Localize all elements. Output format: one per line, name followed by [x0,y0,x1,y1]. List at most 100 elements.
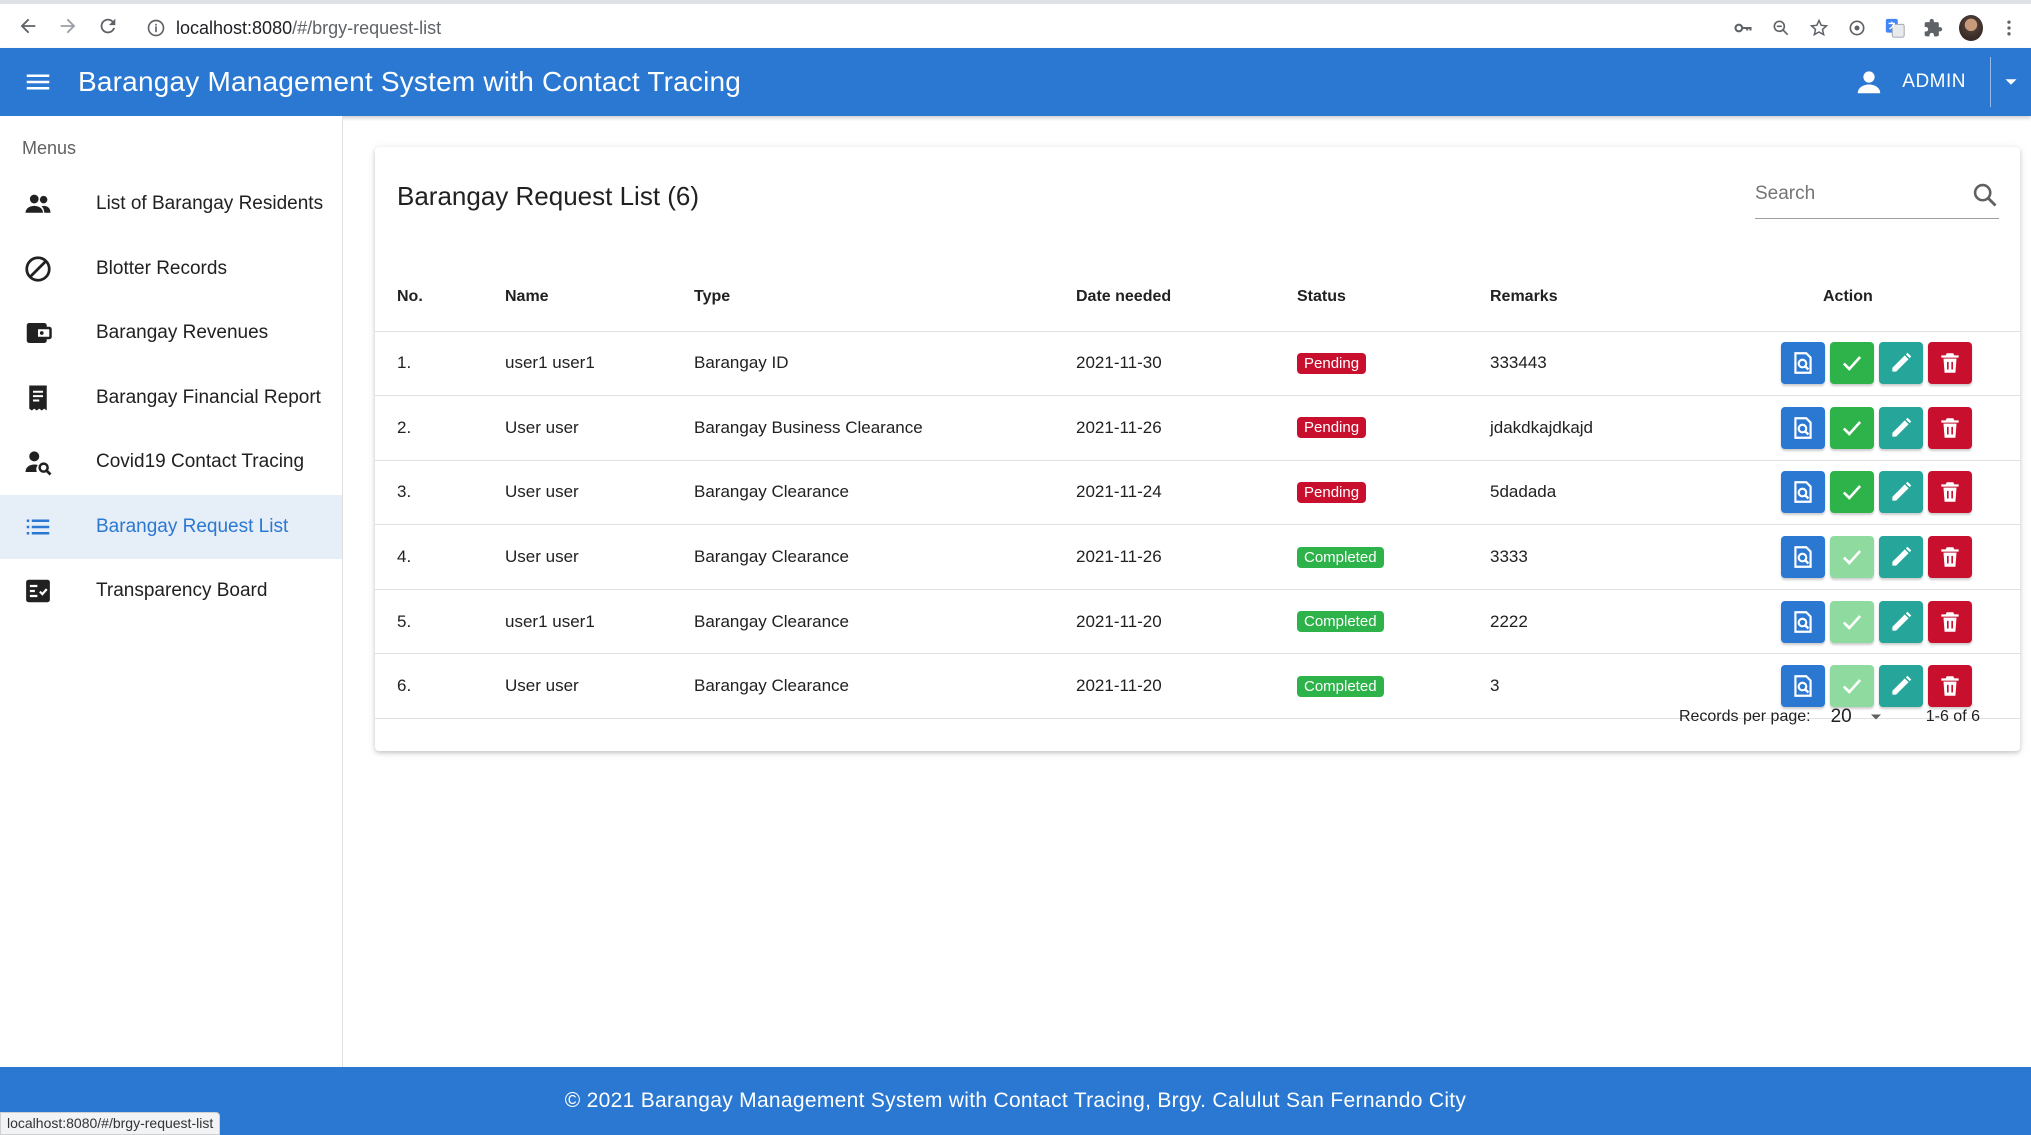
cell-no: 3. [375,460,505,526]
cell-date: 2021-11-30 [1076,331,1297,397]
check-icon [1839,350,1865,376]
records-per-page-select[interactable]: 20 [1831,706,1886,728]
sidebar-item-transparency-board[interactable]: Transparency Board [0,559,342,624]
column-header-remarks[interactable]: Remarks [1490,263,1738,332]
trash-icon [1937,479,1963,505]
address-bar[interactable]: localhost:8080/#/brgy-request-list [134,10,1794,46]
trash-icon [1937,544,1963,570]
zoom-icon[interactable] [1769,16,1793,40]
cell-actions [1738,524,2020,590]
document-search-icon [1790,350,1816,376]
pencil-icon [1888,544,1914,570]
star-icon[interactable] [1807,16,1831,40]
status-tooltip: localhost:8080/#/brgy-request-list [0,1112,221,1135]
delete-button[interactable] [1928,406,1972,449]
people-icon [22,188,54,220]
document-search-icon [1790,544,1816,570]
document-search-icon [1790,415,1816,441]
cell-name: user1 user1 [505,331,694,397]
search-field [1755,169,1999,219]
cell-status: Pending [1297,395,1490,461]
browser-actions [1731,10,2031,46]
sidebar-item-label: Transparency Board [96,580,268,602]
sidebar-item-contact-tracing[interactable]: Covid19 Contact Tracing [0,430,342,495]
delete-button[interactable] [1928,536,1972,579]
forward-icon[interactable] [48,6,88,46]
approve-button[interactable] [1830,342,1874,385]
sidebar-item-residents[interactable]: List of Barangay Residents [0,172,342,237]
dropdown-arrow-icon [1870,714,1881,720]
trash-icon [1937,415,1963,441]
column-header-name[interactable]: Name [505,263,694,332]
hamburger-menu-icon[interactable] [18,62,58,102]
puzzle-icon[interactable] [1921,16,1945,40]
cell-actions [1738,460,2020,526]
view-button[interactable] [1781,536,1825,579]
search-input[interactable] [1755,182,1955,205]
column-header-status[interactable]: Status [1297,263,1490,332]
approve-button[interactable] [1830,406,1874,449]
profile-avatar[interactable] [1959,15,1983,41]
key-icon[interactable] [1731,16,1755,40]
pagination-range: 1-6 of 6 [1925,708,1980,725]
sidebar-item-label: Barangay Financial Report [96,386,321,408]
column-header-action: Action [1738,263,2020,332]
status-badge: Pending [1297,352,1367,374]
delete-button[interactable] [1928,600,1972,643]
view-button[interactable] [1781,471,1825,514]
column-header-type[interactable]: Type [694,263,1076,332]
page-footer: © 2021 Barangay Management System with C… [0,1067,2031,1135]
sidebar-item-label: Barangay Request List [96,515,289,537]
table-row[interactable]: 1. user1 user1 Barangay ID 2021-11-30 Pe… [375,331,2020,397]
pencil-icon [1888,415,1914,441]
edit-button[interactable] [1879,406,1923,449]
cell-type: Barangay Clearance [694,460,1076,526]
view-button[interactable] [1781,342,1825,385]
view-button[interactable] [1781,406,1825,449]
table-row[interactable]: 4. User user Barangay Clearance 2021-11-… [375,524,2020,590]
translate-icon[interactable] [1883,16,1907,40]
edit-button[interactable] [1879,342,1923,385]
column-header-no[interactable]: No. [375,263,505,332]
cell-date: 2021-11-24 [1076,460,1297,526]
request-list-card: Barangay Request List (6) No. Name Type … [375,147,2020,751]
search-icon[interactable] [1971,181,1999,209]
view-button[interactable] [1781,600,1825,643]
sidebar-item-financial-report[interactable]: Barangay Financial Report [0,366,342,431]
back-icon[interactable] [8,6,48,46]
cell-type: Barangay ID [694,331,1076,397]
cell-status: Pending [1297,331,1490,397]
reload-icon[interactable] [88,6,128,46]
cell-no: 4. [375,524,505,590]
sidebar-item-request-list[interactable]: Barangay Request List [0,494,342,559]
sidebar-item-blotter[interactable]: Blotter Records [0,237,342,302]
cell-date: 2021-11-26 [1076,524,1297,590]
delete-button[interactable] [1928,471,1972,514]
table-row[interactable]: 2. User user Barangay Business Clearance… [375,395,2020,461]
sidebar-item-revenues[interactable]: Barangay Revenues [0,301,342,366]
document-search-icon [1790,479,1816,505]
edit-button[interactable] [1879,600,1923,643]
approve-button [1830,600,1874,643]
approve-button[interactable] [1830,471,1874,514]
table-row[interactable]: 3. User user Barangay Clearance 2021-11-… [375,460,2020,526]
cell-actions [1738,395,2020,461]
pencil-icon [1888,609,1914,635]
app-title: Barangay Management System with Contact … [78,66,742,97]
page-title: Barangay Request List (6) [397,181,700,211]
cell-name: User user [505,460,694,526]
edit-button[interactable] [1879,471,1923,514]
pencil-icon [1888,479,1914,505]
kebab-menu-icon[interactable] [1997,16,2021,40]
delete-button[interactable] [1928,342,1972,385]
table-row[interactable]: 5. user1 user1 Barangay Clearance 2021-1… [375,589,2020,655]
extension-circle-icon[interactable] [1845,16,1869,40]
dropdown-caret-icon[interactable] [1991,48,2031,116]
cell-status: Pending [1297,460,1490,526]
column-header-date[interactable]: Date needed [1076,263,1297,332]
sidebar-item-label: List of Barangay Residents [96,193,324,215]
admin-button[interactable]: ADMIN [1830,48,1990,116]
sidebar-header: Menus [22,138,77,158]
cell-actions [1738,331,2020,397]
edit-button[interactable] [1879,536,1923,579]
